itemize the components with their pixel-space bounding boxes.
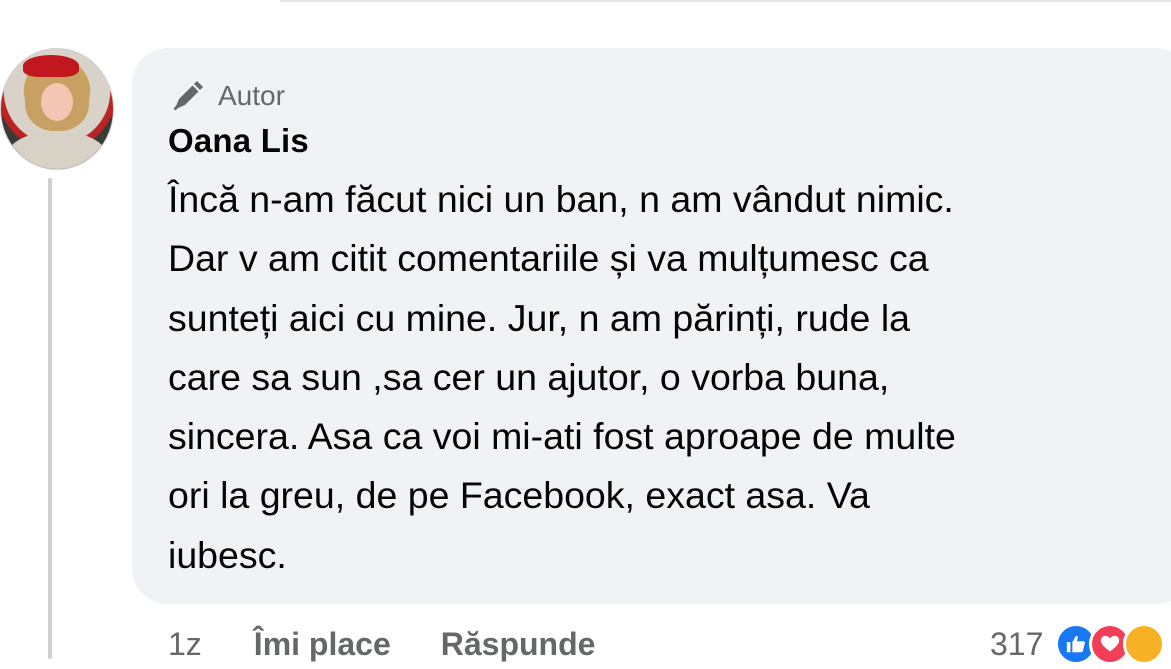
pen-icon [173, 81, 203, 111]
comment-line: ori la greu, de pe Facebook, exact asa. … [168, 474, 870, 517]
comment-line: sunteți aici cu mine. Jur, n am părinți,… [168, 296, 911, 339]
reactions-summary[interactable]: 317 [990, 619, 1166, 669]
comment-actions: 1z Îmi place Răspunde [168, 619, 595, 669]
avatar-face [41, 83, 73, 121]
comment-line: sincera. Asa ca voi mi-ati fost aproape … [168, 415, 956, 458]
reply-button[interactable]: Răspunde [441, 626, 596, 663]
comment-text: Încă n-am făcut nici un ban, n am vândut… [168, 170, 1158, 585]
comment-line: iubesc. [168, 533, 287, 576]
avatar[interactable] [0, 48, 114, 170]
like-button[interactable]: Îmi place [254, 626, 391, 663]
timestamp[interactable]: 1z [168, 626, 202, 663]
thread-line [48, 178, 52, 659]
author-badge-label: Autor [218, 80, 285, 111]
author-badge: Autor [170, 76, 285, 116]
comment-line: Încă n-am făcut nici un ban, n am vândut… [168, 178, 954, 220]
comment-line: Dar v am citit comentariile și va mulțum… [168, 237, 929, 280]
author-name[interactable]: Oana Lis [168, 122, 309, 160]
top-divider [280, 0, 1171, 2]
comment-line: care sa sun ,sa cer un ajutor, o vorba b… [168, 355, 890, 398]
avatar-hat [23, 55, 79, 77]
reaction-count: 317 [990, 625, 1044, 662]
avatar-body [7, 131, 107, 169]
